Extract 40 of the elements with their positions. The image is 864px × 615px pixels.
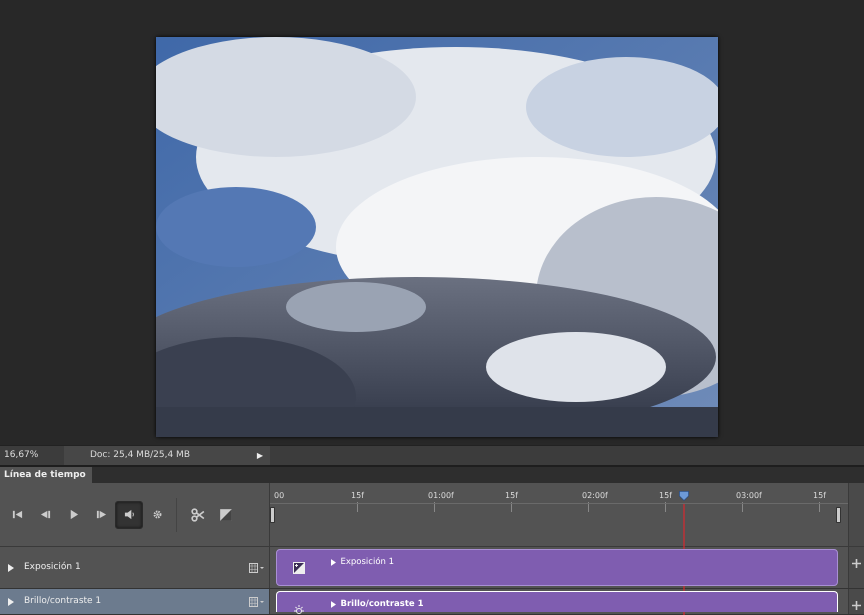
speaker-button[interactable]	[116, 502, 142, 528]
clip[interactable]: Brillo/contraste 1	[276, 591, 838, 612]
ruler-label: 02:00f	[582, 490, 608, 502]
ruler-label: 03:00f	[736, 490, 762, 502]
work-area-start-handle[interactable]	[270, 507, 275, 523]
next-frame-icon	[96, 509, 106, 520]
speaker-icon	[124, 509, 134, 520]
track-name: Exposición 1	[24, 560, 82, 574]
expand-icon[interactable]	[8, 564, 14, 572]
track-header[interactable]: Brillo/contraste 1	[0, 589, 270, 614]
expand-icon[interactable]	[331, 600, 336, 608]
playhead[interactable]	[679, 491, 690, 501]
ruler-label: 01:00f	[428, 490, 454, 502]
ruler-label: 15f	[351, 490, 364, 502]
ruler-label: 00	[274, 490, 284, 502]
track-name: Brillo/contraste 1	[24, 594, 102, 608]
filmstrip-menu-icon[interactable]	[248, 596, 264, 606]
add-icon[interactable]	[852, 601, 861, 610]
clip-label: Exposición 1	[340, 556, 394, 569]
ruler-label: 15f	[505, 490, 518, 502]
ruler-label: 15f	[813, 490, 826, 502]
expand-icon[interactable]	[8, 598, 14, 606]
expand-icon[interactable]	[331, 558, 336, 566]
work-area-end-handle[interactable]	[836, 507, 841, 523]
previous-frame-icon	[40, 509, 50, 520]
transition-icon	[219, 508, 233, 522]
first-frame-icon	[12, 509, 22, 520]
add-icon[interactable]	[852, 559, 861, 568]
filmstrip-menu-icon[interactable]	[248, 562, 264, 572]
sun-icon	[293, 604, 305, 615]
zoom-level: 16,67%	[3, 448, 40, 462]
exposure-icon	[293, 562, 305, 574]
scissors-icon	[191, 508, 205, 522]
document-info: Doc: 25,4 MB/25,4 MB	[64, 446, 250, 465]
ruler-label: 15f	[659, 490, 672, 502]
clip-label: Brillo/contraste 1	[340, 598, 424, 611]
panel-tab[interactable]: Línea de tiempo	[0, 467, 92, 483]
gear-icon	[152, 509, 162, 520]
status-menu-button[interactable]: ▶	[250, 446, 270, 465]
clip[interactable]: Exposición 1	[276, 549, 838, 586]
